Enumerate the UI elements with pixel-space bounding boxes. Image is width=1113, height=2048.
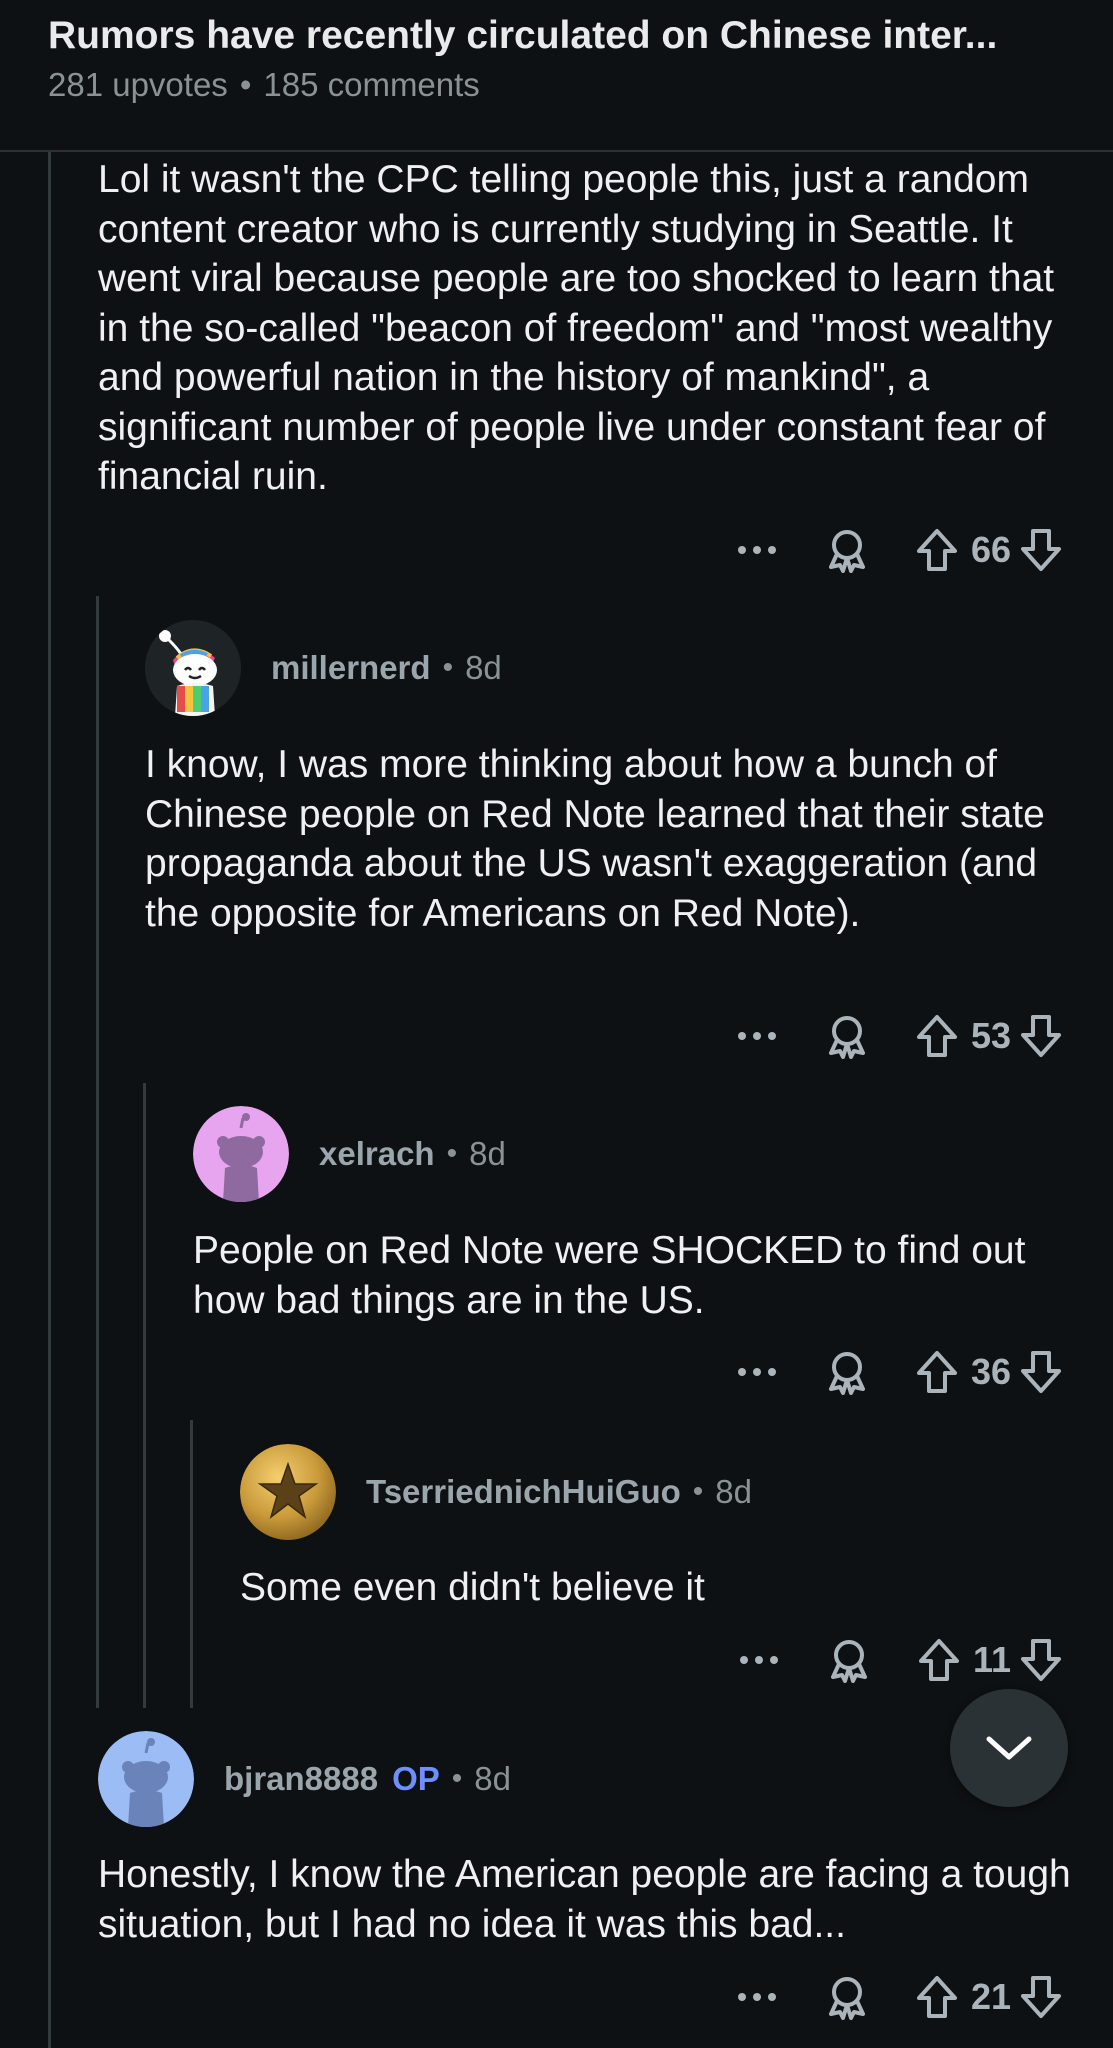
- comment-actions: 11: [739, 1630, 1063, 1690]
- award-icon[interactable]: [825, 527, 869, 573]
- downvote-arrow-icon[interactable]: [1019, 1974, 1063, 2020]
- gold-star-avatar-icon[interactable]: [240, 1444, 336, 1540]
- more-options-icon[interactable]: [737, 530, 777, 570]
- award-icon[interactable]: [825, 1013, 869, 1059]
- comment-author[interactable]: millernerd: [271, 649, 431, 687]
- meta-separator: •: [446, 1137, 458, 1170]
- post-header[interactable]: Rumors have recently circulated on Chine…: [0, 0, 1113, 152]
- comment-body: Some even didn't believe it: [240, 1566, 705, 1609]
- award-icon[interactable]: [825, 1974, 869, 2020]
- comment-author[interactable]: TserriednichHuiGuo: [366, 1473, 681, 1511]
- vote-score: 21: [970, 1976, 1011, 2017]
- comment-actions: 21: [737, 1967, 1063, 2027]
- comment-body: Honestly, I know the American people are…: [98, 1853, 1071, 1946]
- comment-body: Lol it wasn't the CPC telling people thi…: [98, 158, 1055, 498]
- comment-age: 8d: [474, 1760, 512, 1797]
- comment-age: 8d: [469, 1135, 506, 1172]
- downvote-arrow-icon[interactable]: [1019, 1637, 1063, 1683]
- upvote-arrow-icon[interactable]: [915, 1974, 959, 2020]
- meta-separator: •: [692, 1475, 704, 1508]
- chevron-down-icon: [984, 1733, 1034, 1763]
- comment-author-row[interactable]: xelrach • 8d: [193, 1106, 506, 1202]
- upvote-arrow-icon[interactable]: [917, 1637, 961, 1683]
- vote-score: 53: [970, 1015, 1011, 1056]
- meta-separator: •: [451, 1762, 463, 1795]
- meta-separator: •: [442, 651, 454, 684]
- default-snoo-blue-avatar-icon[interactable]: [98, 1731, 194, 1827]
- more-options-icon[interactable]: [737, 1352, 777, 1392]
- comment-author-row[interactable]: TserriednichHuiGuo • 8d: [240, 1444, 752, 1540]
- vote-score: 11: [972, 1639, 1011, 1680]
- meta-separator: •: [239, 66, 252, 103]
- post-meta: 281 upvotes • 185 comments: [48, 66, 480, 104]
- comment-body: People on Red Note were SHOCKED to find …: [193, 1229, 1026, 1322]
- comment-author-row[interactable]: bjran8888 OP • 8d: [98, 1731, 511, 1827]
- snoo-rainbow-avatar-icon[interactable]: [145, 620, 241, 716]
- downvote-arrow-icon[interactable]: [1019, 1013, 1063, 1059]
- vote-score: 36: [970, 1351, 1011, 1392]
- thread-line[interactable]: [96, 596, 99, 1708]
- comment-age: 8d: [465, 649, 502, 686]
- downvote-arrow-icon[interactable]: [1019, 527, 1063, 573]
- downvote-arrow-icon[interactable]: [1019, 1349, 1063, 1395]
- comment-actions: 36: [737, 1342, 1063, 1402]
- thread-line[interactable]: [48, 152, 51, 2048]
- comment-author[interactable]: xelrach: [319, 1135, 435, 1173]
- comment-author[interactable]: bjran8888: [224, 1760, 378, 1798]
- upvote-count: 281 upvotes: [48, 66, 228, 103]
- comment-actions: 66: [737, 520, 1063, 580]
- upvote-arrow-icon[interactable]: [915, 527, 959, 573]
- comment-body: I know, I was more thinking about how a …: [145, 743, 1045, 935]
- award-icon[interactable]: [825, 1349, 869, 1395]
- upvote-arrow-icon[interactable]: [915, 1349, 959, 1395]
- vote-score: 66: [970, 529, 1011, 570]
- upvote-arrow-icon[interactable]: [915, 1013, 959, 1059]
- more-options-icon[interactable]: [737, 1016, 777, 1056]
- comment-author-row[interactable]: millernerd • 8d: [145, 620, 502, 716]
- comment-age: 8d: [715, 1473, 752, 1510]
- more-options-icon[interactable]: [737, 1977, 777, 2017]
- thread-line[interactable]: [190, 1420, 193, 1708]
- thread-line[interactable]: [143, 1083, 146, 1708]
- post-title[interactable]: Rumors have recently circulated on Chine…: [48, 14, 1088, 58]
- op-badge: OP: [392, 1760, 440, 1797]
- default-snoo-purple-avatar-icon[interactable]: [193, 1106, 289, 1202]
- comment-actions: 53: [737, 1006, 1063, 1066]
- award-icon[interactable]: [827, 1637, 871, 1683]
- more-options-icon[interactable]: [739, 1640, 779, 1680]
- jump-next-comment-button[interactable]: [950, 1689, 1068, 1807]
- comment-count: 185 comments: [263, 66, 480, 103]
